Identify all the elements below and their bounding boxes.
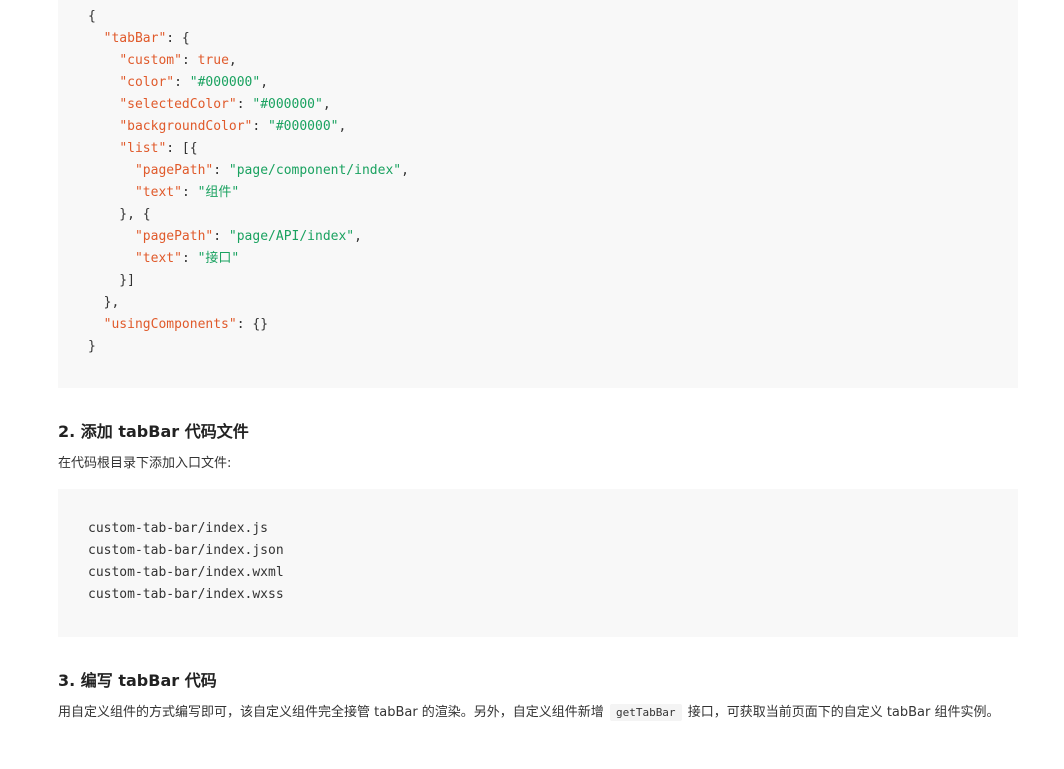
code-token-punc (88, 53, 119, 68)
section-description-custom-component: 用自定义组件的方式编写即可，该自定义组件完全接管 tabBar 的渲染。另外，自… (58, 701, 1018, 725)
code-line: }] (88, 270, 1018, 292)
code-token-key: "text" (134, 185, 182, 200)
code-token-punc: : (181, 53, 198, 68)
code-token-key: "text" (134, 251, 182, 266)
code-token-punc: : (236, 97, 253, 112)
code-line: } (88, 336, 1018, 358)
paragraph-text-before: 用自定义组件的方式编写即可，该自定义组件完全接管 tabBar 的渲染。另外，自… (58, 705, 608, 720)
code-token-punc: : (213, 229, 229, 244)
code-token-key: "usingComponents" (103, 317, 237, 332)
code-line: "custom": true, (88, 50, 1018, 72)
code-token-key: "selectedColor" (119, 97, 237, 112)
code-token-key: "tabBar" (103, 31, 167, 46)
code-token-str: "#000000" (189, 75, 261, 90)
code-line: "selectedColor": "#000000", (88, 94, 1018, 116)
section-heading-write-tabbar-code: 3. 编写 tabBar 代码 (58, 671, 217, 690)
code-token-key: "color" (119, 75, 175, 90)
code-token-punc: , (228, 53, 237, 68)
code-line: }, { (88, 204, 1018, 226)
code-token-str: "page/API/index" (228, 229, 355, 244)
code-token-punc: : (174, 75, 190, 90)
code-token-punc: : { (166, 31, 190, 46)
code-line: "list": [{ (88, 138, 1018, 160)
code-token-punc: }, (88, 295, 120, 310)
code-token-punc (88, 141, 119, 156)
code-token-punc (88, 251, 135, 266)
code-line: }, (88, 292, 1018, 314)
code-token-punc (88, 97, 119, 112)
code-token-punc: }, { (88, 207, 151, 222)
code-token-str: "接口" (197, 251, 240, 266)
code-token-punc: : {} (236, 317, 269, 332)
code-line: "pagePath": "page/API/index", (88, 226, 1018, 248)
code-line-file-path: custom-tab-bar/index.wxml (88, 565, 284, 580)
code-token-punc: : [{ (166, 141, 198, 156)
code-token-punc (88, 163, 135, 178)
code-token-punc: , (338, 119, 347, 134)
code-token-punc: : (181, 185, 198, 200)
code-token-str: "#000000" (268, 119, 339, 134)
code-token-str: "组件" (197, 185, 240, 200)
code-line-file-path: custom-tab-bar/index.json (88, 543, 284, 558)
code-token-punc (88, 185, 135, 200)
code-line: "color": "#000000", (88, 72, 1018, 94)
code-token-key: "pagePath" (134, 229, 214, 244)
code-line: "backgroundColor": "#000000", (88, 116, 1018, 138)
code-token-punc (88, 119, 119, 134)
section-heading-add-tabbar-files: 2. 添加 tabBar 代码文件 (58, 422, 249, 441)
code-token-key: "backgroundColor" (119, 119, 253, 134)
code-token-str: "#000000" (252, 97, 323, 112)
section-description-entry-files: 在代码根目录下添加入口文件: (58, 456, 232, 471)
code-line: "pagePath": "page/component/index", (88, 160, 1018, 182)
code-token-punc: , (354, 229, 362, 244)
code-line-file-path: custom-tab-bar/index.js (88, 521, 269, 536)
inline-code-gettabbar: getTabBar (609, 704, 682, 721)
code-line: { (88, 6, 1018, 28)
code-line: "text": "组件" (88, 182, 1018, 204)
code-token-punc: { (88, 9, 96, 24)
code-token-punc (88, 75, 119, 90)
code-line: "usingComponents": {} (88, 314, 1018, 336)
code-token-str: "page/component/index" (228, 163, 402, 178)
code-token-punc (88, 229, 135, 244)
code-line: "text": "接口" (88, 248, 1018, 270)
file-list-code-block: custom-tab-bar/index.js custom-tab-bar/in… (58, 489, 1018, 637)
code-token-key: "list" (119, 141, 167, 156)
code-token-punc (88, 317, 104, 332)
code-token-punc: } (88, 339, 96, 354)
code-token-punc: , (260, 75, 269, 90)
code-token-punc: : (181, 251, 198, 266)
code-token-key: "pagePath" (134, 163, 214, 178)
code-line: "tabBar": { (88, 28, 1018, 50)
code-token-punc: , (401, 163, 409, 178)
paragraph-text-after: 接口，可获取当前页面下的自定义 tabBar 组件实例。 (683, 705, 1000, 720)
code-token-punc: , (322, 97, 331, 112)
code-line-file-path: custom-tab-bar/index.wxss (88, 587, 284, 602)
code-token-punc: : (252, 119, 269, 134)
json-config-code-block: { "tabBar": { "custom": true, "color": "… (58, 0, 1018, 388)
code-token-kw: true (197, 53, 229, 68)
code-token-punc (88, 31, 104, 46)
code-token-key: "custom" (119, 53, 182, 68)
code-token-punc: : (213, 163, 229, 178)
code-token-punc: }] (88, 273, 135, 288)
